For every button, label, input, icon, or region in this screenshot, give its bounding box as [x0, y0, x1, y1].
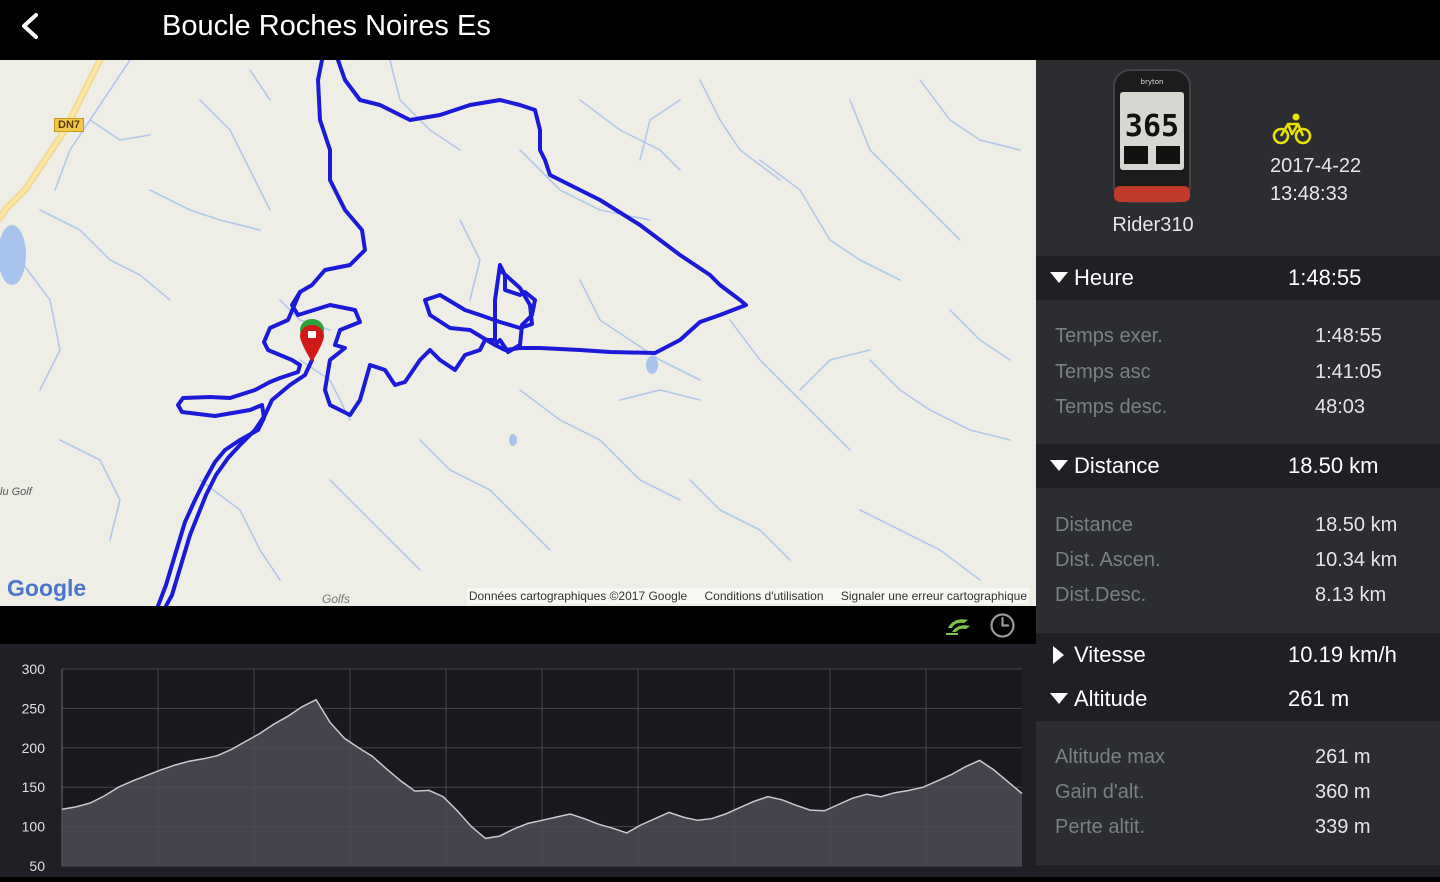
triangle-right-icon	[1053, 646, 1064, 664]
triangle-down-icon	[1050, 272, 1068, 283]
map-attribution: Données cartographiques ©2017 Google Con…	[466, 588, 1029, 604]
route-track-east	[336, 60, 748, 355]
section-value: 1:48:55	[1288, 265, 1362, 290]
road-label-dn7: DN7	[54, 118, 85, 132]
stat-value: 261 m	[1315, 746, 1371, 768]
map-canvas[interactable]	[0, 60, 1036, 606]
stat-value: 339 m	[1315, 816, 1371, 838]
pond	[509, 434, 517, 446]
device-name: Rider310	[1112, 214, 1194, 236]
speed-toggle-icon[interactable]	[944, 614, 972, 638]
stat-label: Perte altit.	[1055, 816, 1146, 838]
section-heure[interactable]: Heure 1:48:55	[1036, 256, 1440, 300]
stat-label: Dist.Desc.	[1055, 584, 1147, 606]
page-title: Boucle Roches Noires Es	[162, 10, 491, 42]
streams	[19, 60, 1021, 581]
panel-footer-bar	[1036, 865, 1440, 877]
stat-value: 1:48:55	[1315, 325, 1382, 347]
back-button[interactable]	[14, 9, 54, 49]
y-tick-label: 100	[22, 819, 46, 835]
google-logo-text: Google	[7, 575, 87, 601]
map-data-credit: Données cartographiques ©2017 Google	[468, 589, 688, 603]
stat-value: 8.13 km	[1315, 584, 1387, 606]
google-logo[interactable]: Google	[7, 575, 86, 602]
svg-text:bryton: bryton	[1141, 78, 1164, 86]
activity-date: 2017-4-22	[1270, 155, 1362, 177]
road-dn7	[0, 60, 104, 222]
stat-value: 360 m	[1315, 781, 1371, 803]
stat-label: Altitude max	[1055, 746, 1166, 768]
report-error-link[interactable]: Signaler une erreur cartographique	[841, 589, 1027, 603]
y-tick-label: 150	[22, 779, 46, 795]
section-distance[interactable]: Distance 18.50 km	[1036, 444, 1440, 488]
bike-computer-image: 365 bryton	[1113, 69, 1191, 203]
section-value: 18.50 km	[1288, 453, 1379, 478]
place-label-golfs: Golfs	[322, 592, 351, 606]
section-value: 10.19 km/h	[1288, 642, 1397, 667]
altitude-chart[interactable]: 50 100 150 200 250 300	[0, 644, 1036, 877]
route-map[interactable]: DN7 lu Golf Golfs Google Données cartogr…	[0, 60, 1036, 606]
y-tick-label: 50	[29, 858, 45, 874]
device-screen-value: 365	[1125, 109, 1179, 144]
activity-time: 13:48:33	[1270, 183, 1348, 205]
stat-value: 48:03	[1315, 396, 1366, 418]
place-label-golf: lu Golf	[0, 486, 32, 498]
start-finish-pin-icon[interactable]	[300, 319, 324, 362]
section-label: Vitesse	[1074, 642, 1146, 667]
stat-label: Temps exer.	[1055, 325, 1163, 347]
device-info: 365 bryton Rider310 2017-4-22 13:48:33	[1036, 60, 1440, 256]
triangle-down-icon	[1050, 460, 1068, 471]
section-label: Heure	[1074, 265, 1134, 290]
y-tick-label: 200	[22, 740, 46, 756]
route-track-loop	[156, 290, 302, 606]
top-bar: Boucle Roches Noires Es	[0, 0, 1440, 58]
stat-label: Temps asc	[1055, 361, 1151, 383]
stat-label: Distance	[1055, 514, 1133, 536]
stat-label: Temps desc.	[1055, 396, 1168, 418]
section-altitude[interactable]: Altitude 261 m	[1036, 677, 1440, 721]
stat-value: 18.50 km	[1315, 514, 1398, 536]
stat-label: Dist. Ascen.	[1055, 549, 1161, 571]
altitude-chart-svg: 50 100 150 200 250 300	[22, 661, 1023, 874]
y-tick-label: 300	[22, 661, 46, 677]
bicycle-icon	[1272, 113, 1312, 145]
lake	[0, 225, 26, 285]
stat-value: 1:41:05	[1315, 361, 1382, 383]
section-label: Altitude	[1074, 686, 1148, 711]
pond	[646, 356, 658, 374]
terms-link[interactable]: Conditions d'utilisation	[705, 589, 824, 603]
triangle-down-icon	[1050, 693, 1068, 704]
clock-icon[interactable]	[989, 612, 1016, 639]
stat-label: Gain d'alt.	[1055, 781, 1145, 803]
section-value: 261 m	[1288, 686, 1350, 711]
chevron-left-icon	[22, 13, 38, 39]
y-tick-label: 250	[22, 700, 46, 716]
section-vitesse[interactable]: Vitesse 10.19 km/h	[1036, 633, 1440, 677]
section-label: Distance	[1074, 453, 1160, 478]
stats-panel: 365 bryton Rider310 2017-4-22 13:48:33 H…	[1036, 60, 1440, 877]
stat-value: 10.34 km	[1315, 549, 1398, 571]
chart-toolbar	[0, 606, 1036, 644]
